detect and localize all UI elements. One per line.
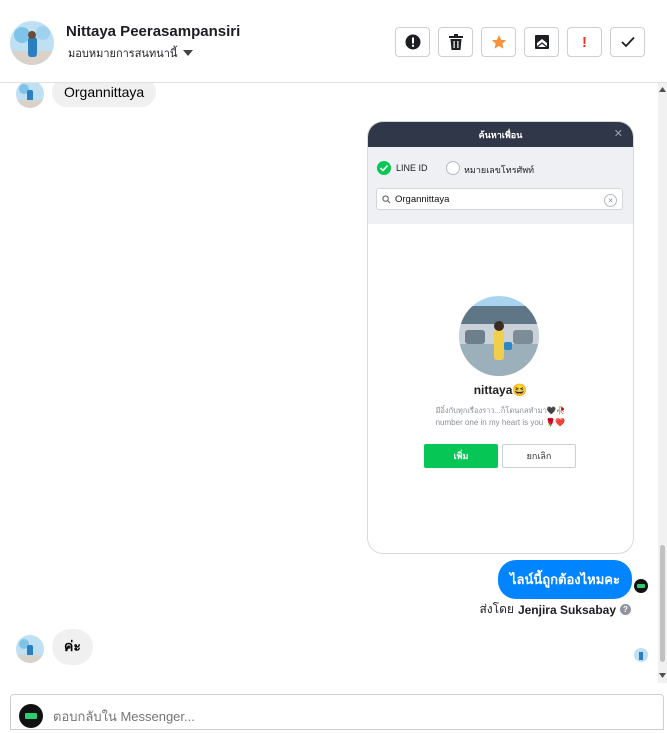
sent-by-prefix: ส่งโดย <box>479 602 514 616</box>
radio-checked-icon <box>377 161 391 175</box>
envelope-icon <box>534 35 549 49</box>
line-search-value: Organnittaya <box>395 194 450 205</box>
star-button[interactable] <box>481 27 516 57</box>
incoming-message-bubble[interactable]: Organnittaya <box>52 83 157 107</box>
search-icon <box>382 195 391 204</box>
mark-spam-button[interactable] <box>395 27 430 57</box>
caret-down-icon <box>183 50 194 56</box>
scroll-down-icon[interactable] <box>659 673 666 678</box>
radio-unchecked-icon <box>446 161 460 175</box>
line-status-2: number one in my heart is you 🌹❤️ <box>435 418 566 427</box>
line-add-button: เพิ่ม <box>424 444 498 468</box>
line-dialog-title: ค้นหาเพื่อน <box>368 122 633 147</box>
line-search-options <box>368 147 633 224</box>
message-thread[interactable]: Organnittaya ค้นหาเพื่อน ✕ LINE ID หมายเ… <box>0 83 658 683</box>
outgoing-message-bubble[interactable]: ไลน์นี้ถูกต้องไหมคะ <box>498 560 632 599</box>
contact-avatar-small <box>16 635 44 663</box>
conversation-header: Nittaya Peerasampansiri มอบหมายการสนทนาน… <box>0 0 667 83</box>
check-icon <box>620 36 635 48</box>
scrollbar-thumb[interactable] <box>660 545 665 662</box>
star-icon <box>491 35 506 49</box>
line-cancel-button: ยกเลิก <box>502 444 576 468</box>
line-id-option: LINE ID <box>396 163 428 173</box>
reply-input[interactable] <box>53 705 643 727</box>
mark-unread-button[interactable] <box>524 27 559 57</box>
contact-avatar[interactable] <box>10 21 54 65</box>
clear-search-icon: ✕ <box>604 194 617 207</box>
seen-avatar <box>634 648 648 662</box>
line-status-1: มีอิ๋งกับทุกเรื่องราว...ก็โดนกลทำมา🖤🥀 <box>435 406 566 415</box>
alert-circle-icon <box>405 34 420 50</box>
shared-image-line-search[interactable]: ค้นหาเพื่อน ✕ LINE ID หมายเลขโทรศัพท์ Or… <box>367 121 634 554</box>
phone-option: หมายเลขโทรศัพท์ <box>464 165 535 175</box>
contact-name[interactable]: Nittaya Peerasampansiri <box>66 23 240 40</box>
line-profile-name: nittaya😆 <box>473 383 528 397</box>
assign-conversation-dropdown[interactable]: มอบหมายการสนทนานี้ <box>68 44 194 62</box>
sender-avatar-small <box>634 579 648 593</box>
sent-by-line: ส่งโดย Jenjira Suksabay ? <box>479 600 631 619</box>
mark-done-button[interactable] <box>610 27 645 57</box>
reply-composer <box>10 694 664 730</box>
contact-avatar-small <box>16 83 44 108</box>
info-icon[interactable]: ? <box>620 604 631 615</box>
incoming-message-bubble[interactable]: ค่ะ <box>52 629 93 665</box>
line-close-icon: ✕ <box>613 128 623 140</box>
my-avatar <box>19 704 43 728</box>
delete-button[interactable] <box>438 27 473 57</box>
scroll-up-icon[interactable] <box>659 87 666 92</box>
sent-by-name: Jenjira Suksabay <box>517 602 616 617</box>
assign-label: มอบหมายการสนทนานี้ <box>68 48 178 60</box>
mark-important-button[interactable]: ! <box>567 27 602 57</box>
line-profile-photo <box>459 296 539 376</box>
trash-icon <box>448 34 463 50</box>
